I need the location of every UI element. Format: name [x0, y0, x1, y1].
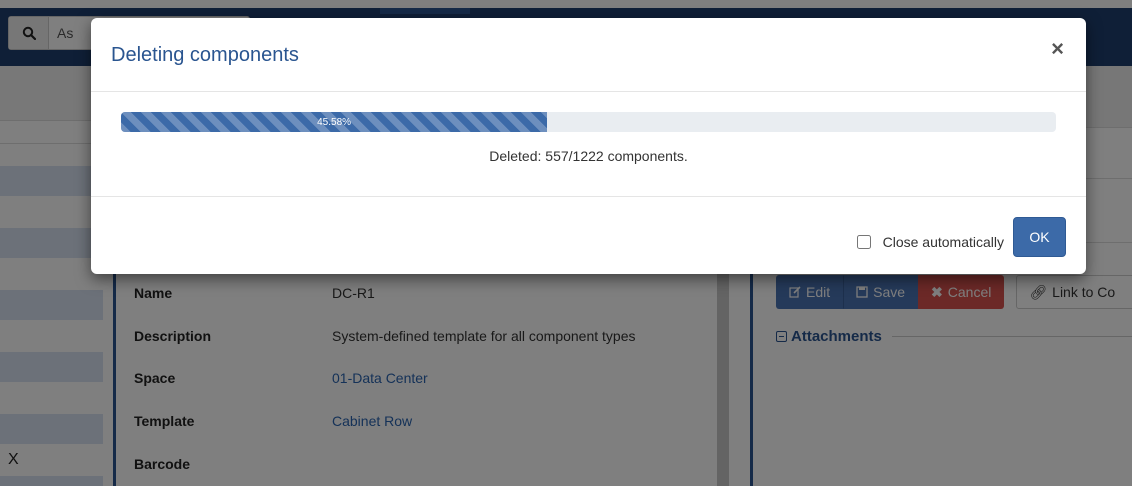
- progress-bar: 45.58%: [121, 112, 1056, 132]
- ok-button[interactable]: OK: [1013, 217, 1066, 257]
- close-automatically-label: Close automatically: [882, 234, 1004, 250]
- dialog-body: 45.58% Deleted: 557/1222 components.: [91, 92, 1086, 196]
- dialog-title: Deleting components: [111, 44, 299, 66]
- close-automatically-checkbox[interactable]: [856, 235, 871, 249]
- deleting-components-dialog: Deleting components × 45.58% Deleted: 55…: [91, 18, 1086, 274]
- dialog-footer: Close automatically OK: [91, 196, 1086, 274]
- close-icon[interactable]: ×: [1051, 38, 1064, 60]
- deletion-status-text: Deleted: 557/1222 components.: [489, 148, 688, 164]
- close-automatically-option[interactable]: Close automatically: [856, 234, 1004, 250]
- dialog-header: Deleting components ×: [91, 18, 1086, 92]
- progress-bar-fill: 45.58%: [121, 112, 548, 132]
- progress-label: 45.58%: [317, 116, 352, 128]
